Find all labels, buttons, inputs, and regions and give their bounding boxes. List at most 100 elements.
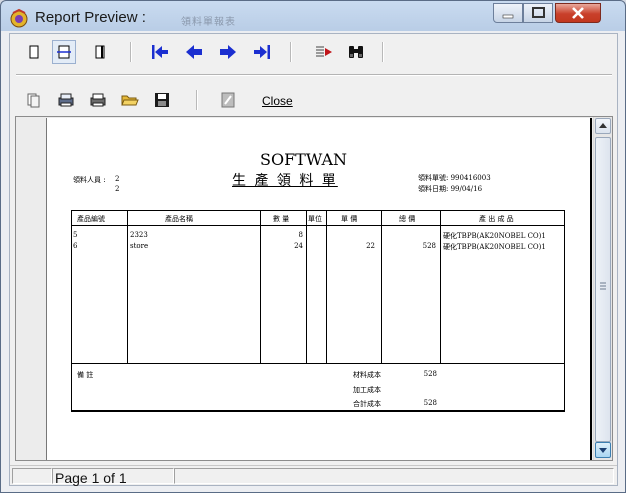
binoculars-icon — [349, 46, 363, 58]
arrow-left-icon — [186, 45, 202, 59]
column-divider — [326, 210, 327, 363]
report-viewer: SOFTWAN 生 產 領 料 單 領料人員 : 2 2 領料單號: 99041… — [15, 116, 613, 461]
last-page-icon — [254, 45, 270, 59]
picker-value: 2 — [115, 175, 120, 183]
vertical-scrollbar[interactable] — [593, 117, 612, 460]
goto-page-button[interactable] — [312, 40, 336, 64]
copy-button[interactable] — [22, 88, 46, 112]
status-panel — [12, 468, 52, 484]
toolbar-separator — [382, 42, 384, 62]
column-header: 數 量 — [273, 215, 290, 223]
company-name: SOFTWAN — [260, 150, 348, 169]
page-width-button[interactable] — [52, 40, 76, 64]
maximize-button[interactable] — [523, 3, 553, 23]
cell-name: 2323 — [130, 231, 148, 239]
grip-icon — [600, 282, 606, 290]
cell-code: 6 — [73, 242, 78, 250]
scroll-up-button[interactable] — [595, 118, 611, 134]
report-preview-window: Report Preview : 領料單報表 Close SOFTWAN 生 產… — [0, 0, 626, 493]
table-border — [71, 410, 565, 412]
column-header: 產品編號 — [77, 215, 105, 223]
close-button[interactable]: Close — [262, 94, 293, 108]
column-header: 產品名稱 — [165, 215, 193, 223]
last-page-button[interactable] — [250, 40, 274, 64]
remark-label: 備 註 — [77, 371, 94, 379]
first-page-button[interactable] — [148, 40, 172, 64]
minimize-icon — [502, 14, 514, 19]
floppy-disk-icon — [155, 93, 169, 107]
toolbar-separator — [196, 90, 198, 110]
close-window-button[interactable] — [555, 3, 601, 23]
cell-name: store — [130, 242, 149, 250]
total-cost-value: 528 — [423, 399, 437, 407]
fit-page-button[interactable] — [88, 40, 112, 64]
minimize-button[interactable] — [493, 3, 523, 23]
save-button[interactable] — [150, 88, 174, 112]
triangle-up-icon — [599, 123, 607, 128]
table-border — [71, 210, 72, 411]
one-page-icon — [29, 45, 39, 59]
toolbar-divider — [16, 74, 612, 76]
maximize-icon — [532, 7, 545, 18]
form-number: 領料單號: 990416003 — [418, 174, 491, 182]
form-date: 領料日期: 99/04/16 — [418, 185, 483, 193]
picker-label: 領料人員 : — [73, 176, 106, 184]
material-cost-value: 528 — [423, 370, 437, 378]
column-header: 單 價 — [341, 215, 358, 223]
cell-qty: 24 — [294, 242, 303, 250]
table-border — [71, 210, 565, 211]
picker-value: 2 — [115, 185, 120, 193]
column-divider — [306, 210, 307, 363]
page-width-icon — [57, 45, 71, 59]
cell-code: 5 — [73, 231, 78, 239]
table-border — [564, 210, 565, 411]
material-cost-label: 材料成本 — [353, 371, 381, 379]
report-title: 生 產 領 料 單 — [232, 173, 338, 189]
previous-page-button[interactable] — [182, 40, 206, 64]
cell-total: 528 — [422, 242, 436, 250]
scroll-down-button[interactable] — [595, 442, 611, 458]
table-border — [71, 225, 565, 226]
goto-page-icon — [316, 46, 332, 57]
fit-page-icon — [95, 45, 105, 59]
cell-price: 22 — [366, 242, 375, 250]
printer-icon — [90, 93, 106, 107]
toolbar-separator — [290, 42, 292, 62]
window-subtitle: 領料單報表 — [181, 17, 236, 28]
printer-setup-icon — [58, 93, 74, 107]
status-bar: Page 1 of 1 — [10, 465, 617, 486]
search-button[interactable] — [344, 40, 368, 64]
title-bar[interactable]: Report Preview : 領料單報表 — [1, 1, 625, 33]
navigation-toolbar — [20, 40, 610, 68]
copy-page-icon — [27, 93, 40, 108]
column-header: 總 價 — [399, 215, 416, 223]
column-header: 產 出 成 品 — [479, 215, 514, 223]
window-title: Report Preview : — [35, 9, 146, 26]
first-page-icon — [152, 45, 168, 59]
cell-qty: 8 — [298, 231, 303, 239]
total-cost-label: 合計成本 — [353, 400, 381, 408]
table-border — [71, 363, 565, 364]
open-button[interactable] — [118, 88, 142, 112]
cell-output: 硬化TBPB(AK20NOBEL CO)1 — [443, 232, 546, 240]
arrow-right-icon — [220, 45, 236, 59]
preview-client-area: Close SOFTWAN 生 產 領 料 單 領料人員 : 2 2 領料單號:… — [9, 33, 618, 486]
next-page-button[interactable] — [216, 40, 240, 64]
print-button[interactable] — [86, 88, 110, 112]
column-header: 單位 — [308, 215, 322, 223]
close-icon — [572, 7, 584, 19]
report-page: SOFTWAN 生 產 領 料 單 領料人員 : 2 2 領料單號: 99041… — [46, 118, 592, 460]
scroll-thumb[interactable] — [595, 137, 611, 442]
app-icon — [10, 8, 28, 28]
status-panel — [174, 468, 614, 484]
printer-setup-button[interactable] — [54, 88, 78, 112]
output-toolbar — [20, 88, 610, 116]
column-divider — [381, 210, 382, 363]
page-indicator: Page 1 of 1 — [55, 470, 127, 486]
triangle-down-icon — [599, 448, 607, 453]
column-divider — [440, 210, 441, 363]
export-icon — [221, 92, 235, 108]
processing-cost-label: 加工成本 — [353, 386, 381, 394]
one-page-button[interactable] — [22, 40, 46, 64]
export-button[interactable] — [216, 88, 240, 112]
